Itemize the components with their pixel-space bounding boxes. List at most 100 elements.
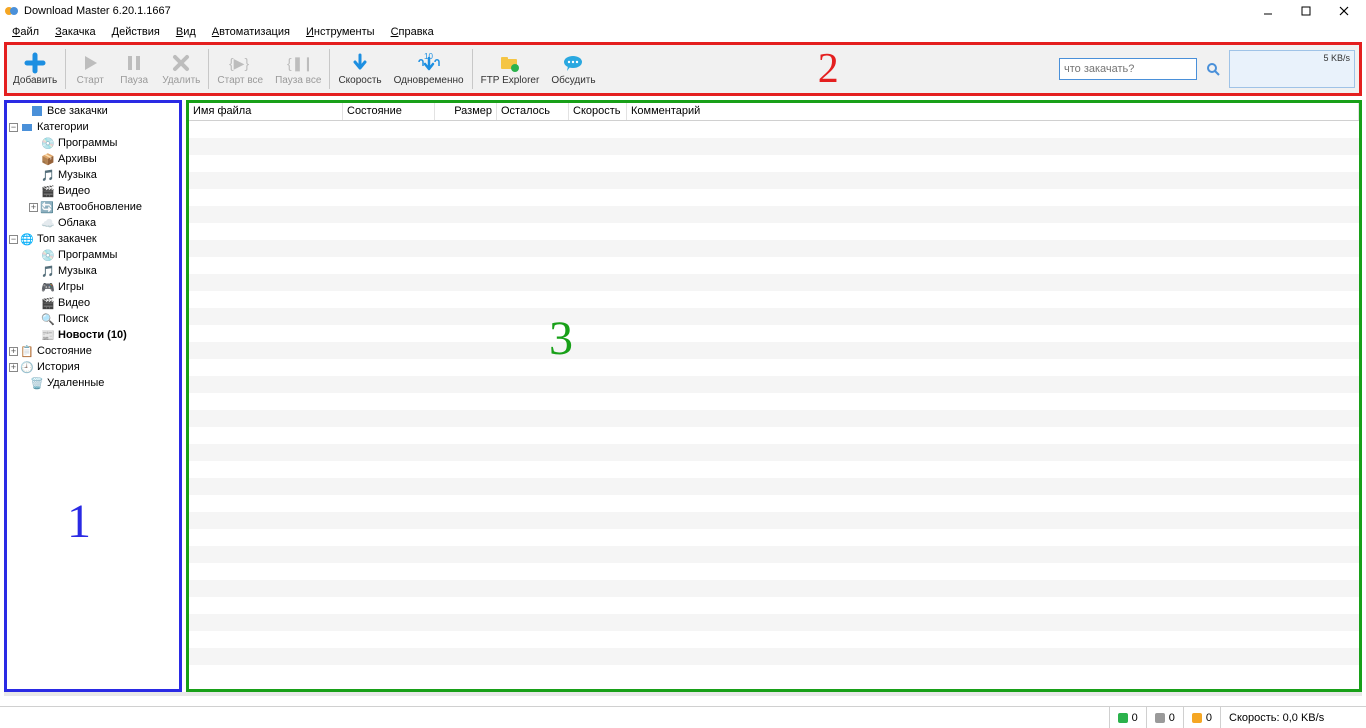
- discuss-button[interactable]: Обсудить: [545, 45, 601, 93]
- list-rows: [189, 121, 1359, 689]
- tree-cat-video[interactable]: 🎬Видео: [7, 183, 179, 199]
- tree-history[interactable]: +🕘История: [7, 359, 179, 375]
- speed-graph-label: 5 KB/s: [1323, 53, 1350, 63]
- toolbar-separator: [329, 49, 330, 89]
- concurrent-label: Одновременно: [394, 75, 464, 86]
- maximize-button[interactable]: [1288, 1, 1324, 21]
- play-all-icon: {▶}: [229, 52, 251, 74]
- minimize-button[interactable]: [1250, 1, 1286, 21]
- menu-automation[interactable]: Автоматизация: [204, 24, 298, 40]
- tree-cat-programs[interactable]: 💿Программы: [7, 135, 179, 151]
- annotation-number-2: 2: [818, 45, 839, 93]
- ftp-explorer-button[interactable]: FTP Explorer: [475, 45, 546, 93]
- col-state[interactable]: Состояние: [343, 103, 435, 120]
- search-input[interactable]: [1059, 58, 1197, 80]
- folder-icon: [20, 120, 34, 134]
- pause-icon: [123, 52, 145, 74]
- menu-help[interactable]: Справка: [383, 24, 442, 40]
- table-row: [189, 189, 1359, 206]
- delete-button[interactable]: Удалить: [156, 45, 206, 93]
- green-dot-icon: [1118, 713, 1128, 723]
- col-comment[interactable]: Комментарий: [627, 103, 1359, 120]
- col-filename[interactable]: Имя файла: [189, 103, 343, 120]
- refresh-icon: 🔄: [40, 200, 54, 214]
- expand-icon[interactable]: +: [9, 347, 18, 356]
- tree-top-news[interactable]: 📰Новости (10): [7, 327, 179, 343]
- expand-icon[interactable]: +: [29, 203, 38, 212]
- table-row: [189, 376, 1359, 393]
- tree-deleted[interactable]: 🗑️Удаленные: [7, 375, 179, 391]
- tree-top-programs[interactable]: 💿Программы: [7, 247, 179, 263]
- tree-cat-autoupdate[interactable]: +🔄Автообновление: [7, 199, 179, 215]
- table-row: [189, 648, 1359, 665]
- gray-dot-icon: [1155, 713, 1165, 723]
- table-row: [189, 223, 1359, 240]
- annotation-box-1: Все закачки − Категории 💿Программы 📦Архи…: [4, 100, 182, 692]
- table-row: [189, 665, 1359, 682]
- menu-actions[interactable]: Действия: [104, 24, 168, 40]
- horizontal-splitter[interactable]: [4, 692, 1362, 696]
- search-go-button[interactable]: [1205, 61, 1221, 77]
- toolbar-separator: [208, 49, 209, 89]
- tree-cat-archives[interactable]: 📦Архивы: [7, 151, 179, 167]
- cd-icon: 💿: [41, 248, 55, 262]
- speed-down-icon: [349, 52, 371, 74]
- menu-file[interactable]: Файл: [4, 24, 47, 40]
- add-label: Добавить: [13, 75, 57, 86]
- collapse-icon[interactable]: −: [9, 123, 18, 132]
- tree-state[interactable]: +📋Состояние: [7, 343, 179, 359]
- table-row: [189, 393, 1359, 410]
- speed-graph-box[interactable]: 5 KB/s: [1229, 50, 1355, 88]
- menu-download[interactable]: Закачка: [47, 24, 104, 40]
- ftp-label: FTP Explorer: [481, 75, 540, 86]
- speed-label: Скорость: [338, 75, 381, 86]
- music-icon: 🎵: [41, 168, 55, 182]
- add-button[interactable]: Добавить: [7, 45, 63, 93]
- expand-icon[interactable]: +: [9, 363, 18, 372]
- table-row: [189, 614, 1359, 631]
- tree-top-video[interactable]: 🎬Видео: [7, 295, 179, 311]
- cloud-icon: ☁️: [41, 216, 55, 230]
- table-row: [189, 512, 1359, 529]
- table-row: [189, 257, 1359, 274]
- status-error-downloads[interactable]: 0: [1183, 707, 1220, 728]
- tree-all-downloads[interactable]: Все закачки: [7, 103, 179, 119]
- pause-label: Пауза: [120, 75, 148, 86]
- start-button[interactable]: Старт: [68, 45, 112, 93]
- col-speed[interactable]: Скорость: [569, 103, 627, 120]
- col-size[interactable]: Размер: [435, 103, 497, 120]
- tree-top[interactable]: − 🌐 Топ закачек: [7, 231, 179, 247]
- history-icon: 🕘: [20, 360, 34, 374]
- menu-view[interactable]: Вид: [168, 24, 204, 40]
- table-row: [189, 410, 1359, 427]
- speed-button[interactable]: Скорость: [332, 45, 387, 93]
- table-row: [189, 325, 1359, 342]
- state-icon: 📋: [20, 344, 34, 358]
- pause-all-button[interactable]: {❚❚} Пауза все: [269, 45, 327, 93]
- table-row: [189, 240, 1359, 257]
- collapse-icon[interactable]: −: [9, 235, 18, 244]
- download-list-body[interactable]: 3: [189, 121, 1359, 689]
- close-button[interactable]: [1326, 1, 1362, 21]
- status-speed[interactable]: Скорость: 0,0 KB/s: [1220, 707, 1360, 728]
- start-all-button[interactable]: {▶} Старт все: [211, 45, 269, 93]
- table-row: [189, 274, 1359, 291]
- tree-cat-music[interactable]: 🎵Музыка: [7, 167, 179, 183]
- tree-categories[interactable]: − Категории: [7, 119, 179, 135]
- download-icon: [30, 104, 44, 118]
- status-paused-downloads[interactable]: 0: [1146, 707, 1183, 728]
- tree-top-music[interactable]: 🎵Музыка: [7, 263, 179, 279]
- tree-cat-clouds[interactable]: ☁️Облака: [7, 215, 179, 231]
- toolbar: Добавить Старт Пауза Удалить {▶} Старт в…: [7, 45, 1359, 93]
- tree-top-search[interactable]: 🔍Поиск: [7, 311, 179, 327]
- menu-tools[interactable]: Инструменты: [298, 24, 383, 40]
- status-active-downloads[interactable]: 0: [1109, 707, 1146, 728]
- table-row: [189, 342, 1359, 359]
- pause-button[interactable]: Пауза: [112, 45, 156, 93]
- concurrent-button[interactable]: 10 Одновременно: [388, 45, 470, 93]
- statusbar: 0 0 0 Скорость: 0,0 KB/s: [0, 706, 1366, 728]
- table-row: [189, 308, 1359, 325]
- tree-top-games[interactable]: 🎮Игры: [7, 279, 179, 295]
- col-remaining[interactable]: Осталось: [497, 103, 569, 120]
- magnifier-icon: [1206, 62, 1220, 76]
